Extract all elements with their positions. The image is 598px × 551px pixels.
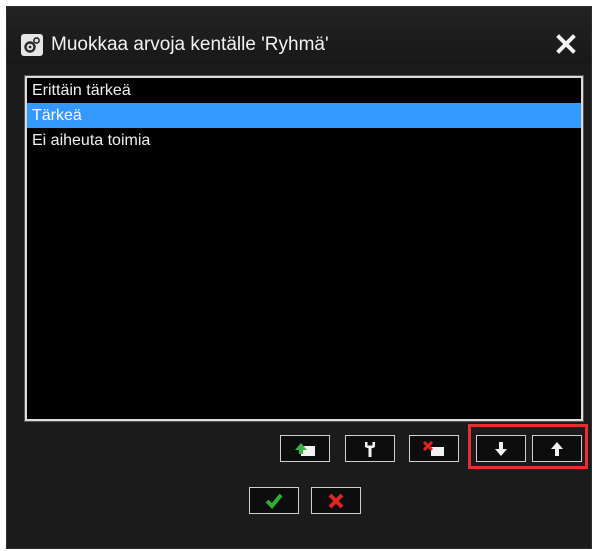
checkmark-icon — [265, 493, 283, 509]
edit-values-dialog: Muokkaa arvoja kentälle 'Ryhmä' Erittäin… — [6, 6, 592, 549]
dialog-titlebar[interactable]: Muokkaa arvoja kentälle 'Ryhmä' — [7, 7, 591, 65]
delete-icon — [422, 440, 444, 456]
close-button[interactable] — [553, 31, 579, 57]
x-icon — [328, 493, 344, 508]
close-icon — [556, 34, 576, 54]
add-icon — [295, 442, 315, 456]
edit-value-button[interactable] — [345, 435, 395, 462]
list-item[interactable]: Ei aiheuta toimia — [27, 128, 581, 153]
list-item-selected[interactable]: Tärkeä — [27, 103, 581, 128]
list-item[interactable]: Erittäin tärkeä — [27, 78, 581, 103]
add-value-button[interactable] — [280, 435, 330, 462]
cancel-button[interactable] — [311, 487, 361, 514]
dialog-title: Muokkaa arvoja kentälle 'Ryhmä' — [51, 34, 329, 55]
reorder-buttons-highlight — [468, 424, 588, 469]
wrench-icon — [365, 441, 375, 457]
ok-button[interactable] — [249, 487, 299, 514]
values-listbox[interactable]: Erittäin tärkeä Tärkeä Ei aiheuta toimia — [24, 75, 584, 422]
delete-value-button[interactable] — [409, 435, 459, 462]
gear-icon — [21, 34, 43, 56]
